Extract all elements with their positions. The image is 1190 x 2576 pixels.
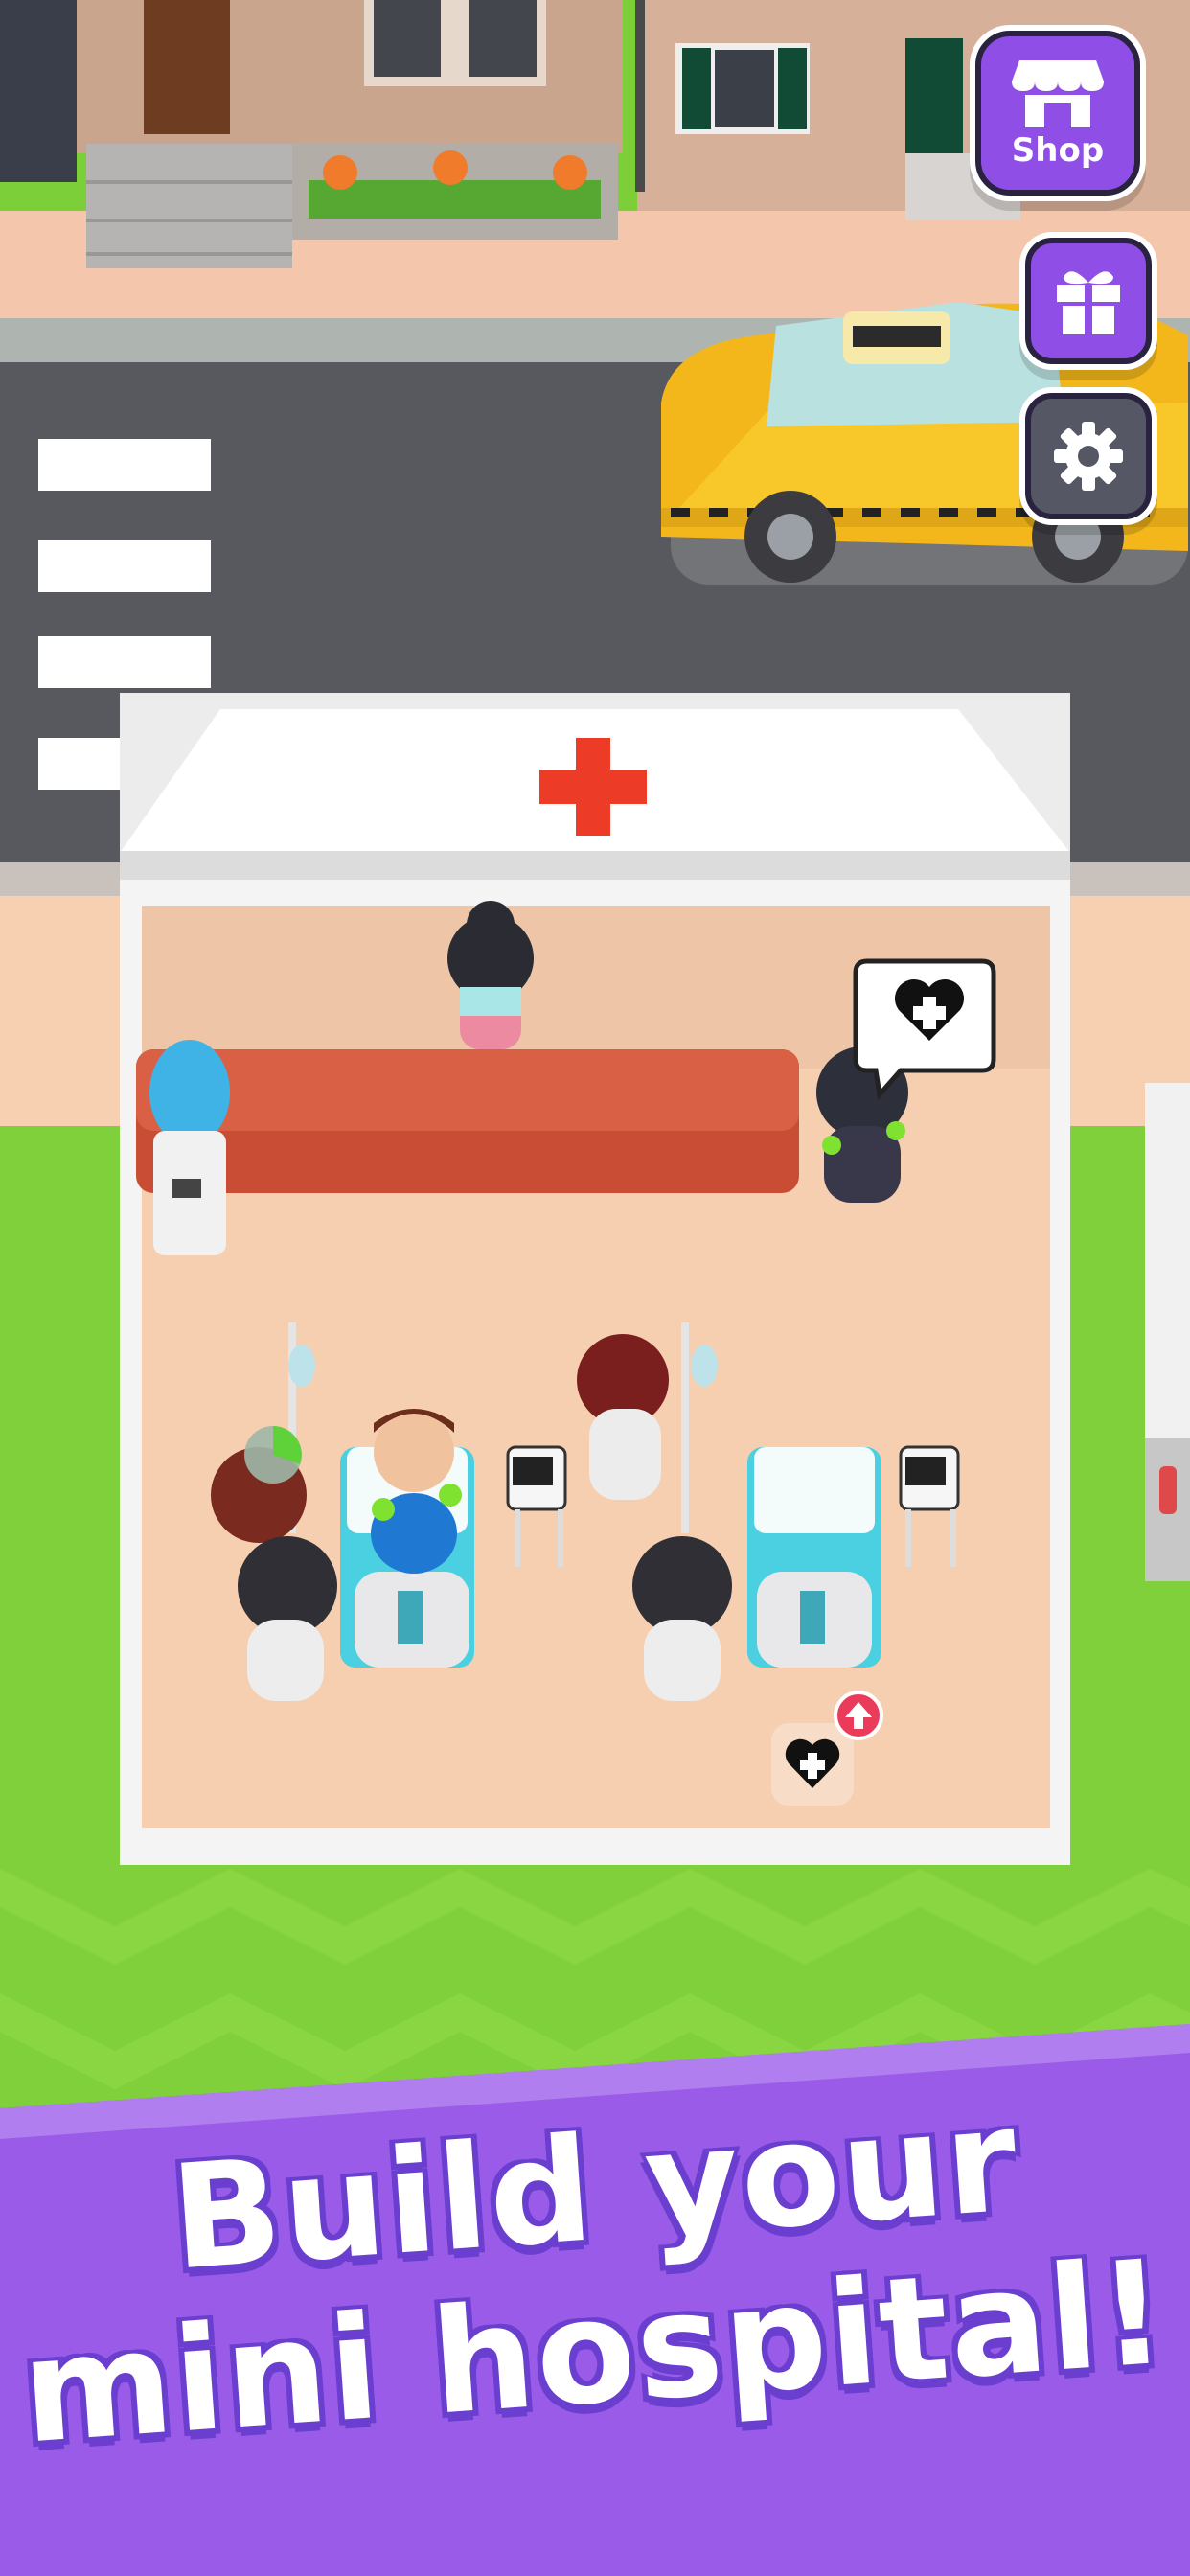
shop-label: Shop [1011, 131, 1105, 170]
gift-icon [1057, 271, 1120, 334]
upgrade-station[interactable] [771, 1690, 883, 1806]
gift-button[interactable] [1025, 238, 1152, 364]
heart-plus-icon [891, 976, 968, 1045]
red-cross-icon [539, 738, 647, 836]
gear-icon [1054, 422, 1123, 491]
settings-button[interactable] [1025, 393, 1152, 519]
shop-button[interactable]: Shop [975, 31, 1140, 196]
heart-plus-icon [783, 1736, 842, 1792]
arrow-up-icon [834, 1690, 883, 1740]
storefront-icon [1012, 60, 1104, 127]
